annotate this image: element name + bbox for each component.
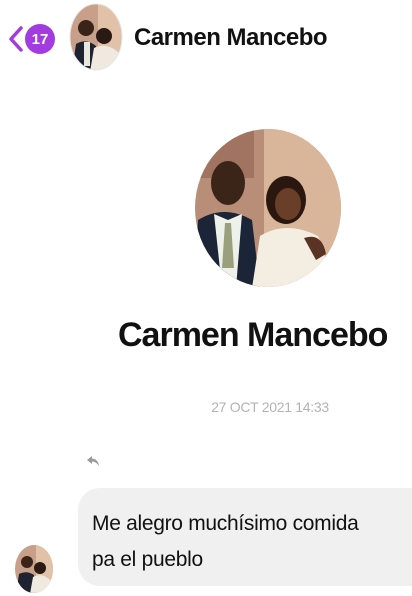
contact-name[interactable]: Carmen Mancebo (134, 24, 328, 52)
back-button[interactable]: 17 (8, 22, 55, 56)
unread-count-badge: 17 (25, 24, 55, 54)
message-line: Me alegro muchísimo comida (92, 512, 359, 535)
message-timestamp: 27 OCT 2021 14:33 (211, 399, 329, 415)
sender-avatar[interactable] (14, 544, 54, 594)
contact-avatar[interactable] (68, 2, 124, 72)
profile-name: Carmen Mancebo (118, 316, 388, 354)
chevron-left-icon (9, 26, 23, 52)
message-line: pa el pueblo (92, 548, 203, 571)
reply-icon (87, 456, 99, 466)
chat-header: 17 Carmen Mancebo (0, 0, 412, 82)
message-bubble[interactable]: Me alegro muchísimo comida pa el pueblo (78, 488, 412, 586)
profile-photo[interactable] (194, 128, 342, 288)
